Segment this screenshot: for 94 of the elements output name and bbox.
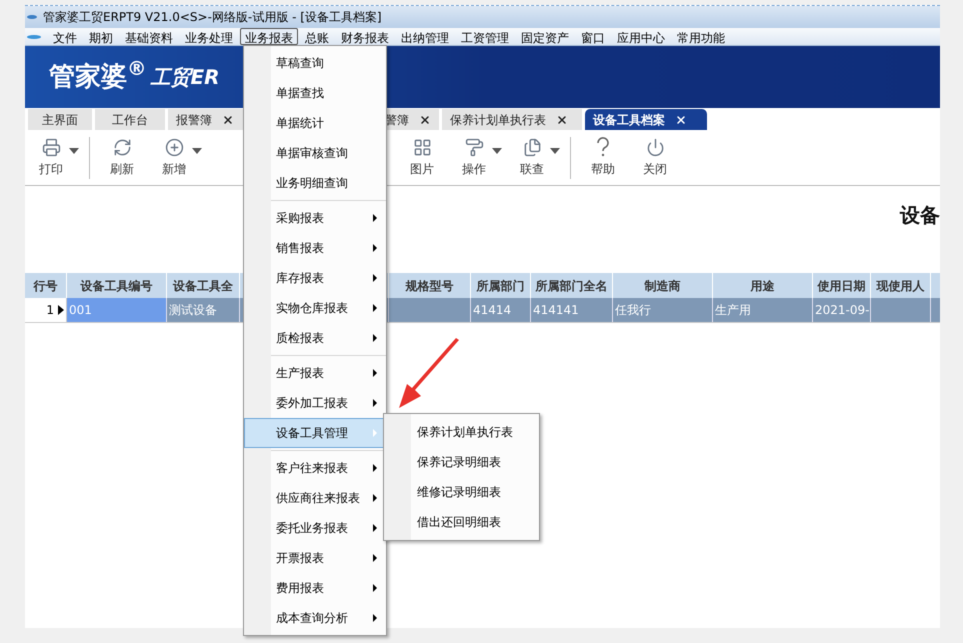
table-cell-text: 001: [69, 302, 92, 319]
close-icon[interactable]: [675, 114, 687, 126]
submenu-arrow-icon: [373, 214, 377, 222]
table-cell-text: 414141: [533, 302, 579, 319]
submenu-arrow-icon: [373, 494, 377, 502]
menu-item[interactable]: 销售报表: [244, 233, 386, 263]
menu-item[interactable]: 采购报表: [244, 203, 386, 233]
power-icon: [646, 138, 664, 156]
menu-item[interactable]: 开票报表: [244, 543, 386, 573]
submenu-item[interactable]: 借出还回明细表: [384, 507, 539, 537]
menu-item[interactable]: 委外加工报表: [244, 388, 386, 418]
submenu-arrow-icon: [373, 429, 377, 437]
paint-roller-icon: [464, 138, 484, 156]
menu-icon: [27, 34, 41, 38]
menu-item[interactable]: 生产报表: [244, 358, 386, 388]
help-icon: [596, 137, 610, 157]
menu-item[interactable]: 委托业务报表: [244, 513, 386, 543]
tab[interactable]: 设备工具档案: [585, 109, 707, 130]
submenu-item[interactable]: 维修记录明细表: [384, 477, 539, 507]
menu-bar-item[interactable]: 窗口: [576, 28, 610, 45]
menu-item[interactable]: 费用报表: [244, 573, 386, 603]
page-title: 设备: [900, 202, 940, 229]
table-cell-text: 生产用: [715, 302, 751, 319]
toolbar-button[interactable]: 操作: [448, 138, 500, 178]
menu-item[interactable]: 业务明细查询: [244, 168, 386, 198]
submenu-arrow-icon: [373, 274, 377, 282]
toolbar-button[interactable]: 帮助: [577, 137, 629, 178]
menu-bar-item[interactable]: 期初: [84, 28, 118, 45]
submenu-arrow-icon: [373, 464, 377, 472]
menu-item[interactable]: 草稿查询: [244, 48, 386, 78]
plus-circle-icon: [164, 138, 184, 156]
printer-icon: [42, 138, 60, 156]
close-icon[interactable]: [419, 114, 431, 126]
table-cell-text: 测试设备: [169, 302, 217, 319]
tab[interactable]: 报警簿: [168, 109, 246, 130]
menu-item[interactable]: 客户往来报表: [244, 453, 386, 483]
menu-bar-item[interactable]: 业务报表: [240, 28, 298, 45]
toolbar-button[interactable]: 图片: [396, 138, 448, 178]
menu-bar-item[interactable]: 出纳管理: [396, 28, 454, 45]
menu-item[interactable]: 单据统计: [244, 108, 386, 138]
table-cell-text: 41414: [473, 302, 512, 319]
submenu-arrow-icon: [373, 244, 377, 252]
toolbar-button[interactable]: 刷新: [96, 138, 148, 178]
caret-icon[interactable]: [550, 148, 560, 154]
submenu-arrow-icon: [373, 584, 377, 592]
menu-item[interactable]: 设备工具管理: [244, 418, 386, 448]
tab[interactable]: 保养计划单执行表: [442, 109, 582, 130]
refresh-icon: [112, 138, 132, 156]
app-icon: [27, 15, 37, 19]
submenu-arrow-icon: [373, 554, 377, 562]
menu-item[interactable]: 成本查询分析: [244, 603, 386, 633]
toolbar-button[interactable]: 打印: [25, 138, 77, 178]
menu-item[interactable]: 质检报表: [244, 323, 386, 353]
submenu-arrow-icon: [373, 334, 377, 342]
close-icon[interactable]: [556, 114, 568, 126]
submenu-arrow-icon: [373, 304, 377, 312]
row-number: 1: [46, 302, 54, 319]
tab[interactable]: 主界面: [28, 109, 92, 130]
caret-icon[interactable]: [69, 148, 79, 154]
logo-text: 管家婆$^{®}$: [49, 58, 146, 94]
menu-bar-item[interactable]: 固定资产: [516, 28, 574, 45]
menu-bar-item[interactable]: 应用中心: [612, 28, 670, 45]
grid-icon: [412, 138, 432, 156]
menu-item[interactable]: 单据查找: [244, 78, 386, 108]
toolbar-button[interactable]: 关闭: [629, 138, 681, 178]
caret-icon[interactable]: [492, 148, 502, 154]
toolbar-button[interactable]: 新增: [148, 138, 200, 178]
arrow-icon: [397, 338, 461, 410]
submenu-arrow-icon: [373, 369, 377, 377]
menu-bar-item[interactable]: 文件: [48, 28, 82, 45]
menu-bar-item[interactable]: 基础资料: [120, 28, 178, 45]
menu-bar-item[interactable]: 财务报表: [336, 28, 394, 45]
menu-item[interactable]: 供应商往来报表: [244, 483, 386, 513]
menu-item[interactable]: 库存报表: [244, 263, 386, 293]
logo-suffix: 工贸ER: [150, 64, 220, 91]
row-pointer-icon: [58, 305, 64, 315]
menu-bar-item[interactable]: 业务处理: [180, 28, 238, 45]
submenu-arrow-icon: [373, 524, 377, 532]
toolbar-button[interactable]: 联查: [506, 138, 558, 178]
menu-bar-item[interactable]: 总账: [300, 28, 334, 45]
menu-bar-item[interactable]: 常用功能: [672, 28, 730, 45]
submenu-arrow-icon: [373, 399, 377, 407]
submenu-item[interactable]: 保养记录明细表: [384, 447, 539, 477]
window-title: 管家婆工贸ERPT9 V21.0<S>-网络版-试用版 - [设备工具档案]: [43, 9, 382, 26]
menu-bar-item[interactable]: 工资管理: [456, 28, 514, 45]
table-cell-text: 2021-09-: [815, 302, 870, 319]
close-icon[interactable]: [222, 114, 234, 126]
submenu-item[interactable]: 保养计划单执行表: [384, 417, 539, 447]
submenu-arrow-icon: [373, 614, 377, 622]
menu-item[interactable]: 单据审核查询: [244, 138, 386, 168]
documents-icon: [522, 138, 542, 156]
caret-icon[interactable]: [192, 148, 202, 154]
table-cell-text: 任我行: [615, 302, 651, 319]
tab[interactable]: 工作台: [95, 109, 165, 130]
